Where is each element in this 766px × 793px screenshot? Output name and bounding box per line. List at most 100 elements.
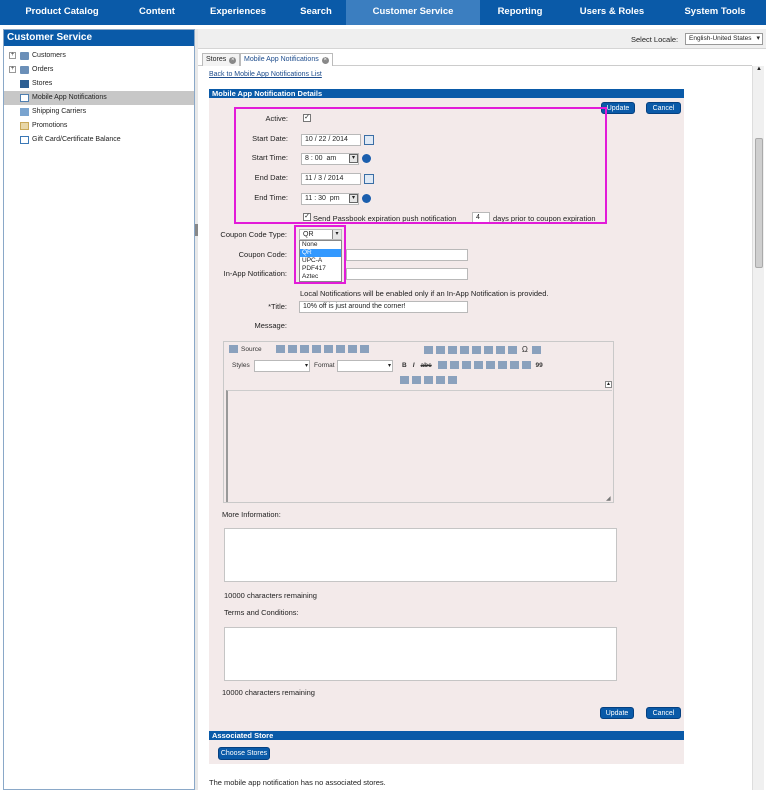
unlink-icon[interactable] bbox=[412, 376, 421, 385]
scroll-thumb[interactable] bbox=[755, 138, 763, 268]
nav-experiences[interactable]: Experiences bbox=[190, 0, 286, 25]
inapp-label: In-App Notification: bbox=[223, 269, 287, 278]
toolbar-row-1 bbox=[276, 345, 396, 355]
format-select[interactable]: ▾ bbox=[337, 360, 393, 372]
folder-icon bbox=[20, 66, 29, 74]
sidebar-item-shipping-carriers[interactable]: Shipping Carriers bbox=[4, 105, 194, 119]
smiley-icon[interactable] bbox=[508, 346, 517, 355]
promotion-icon bbox=[20, 122, 29, 130]
nav-customer-service[interactable]: Customer Service bbox=[346, 0, 480, 25]
expand-icon[interactable]: + bbox=[9, 52, 16, 59]
title-label: *Title: bbox=[268, 302, 287, 311]
outdent-icon[interactable] bbox=[509, 361, 519, 370]
expand-icon[interactable]: + bbox=[9, 66, 16, 73]
indent-icon[interactable] bbox=[521, 361, 531, 370]
scroll-up-icon[interactable]: ▲ bbox=[755, 66, 763, 74]
sidebar-item-stores[interactable]: Stores bbox=[4, 77, 194, 91]
top-navigation: Product Catalog Content Experiences Sear… bbox=[0, 0, 766, 25]
tab-stores[interactable]: Stores × bbox=[202, 53, 241, 66]
coupon-code-input[interactable] bbox=[346, 249, 468, 261]
tab-mobile-app-notifications[interactable]: Mobile App Notifications × bbox=[240, 53, 333, 66]
chevron-down-icon: ▾ bbox=[304, 363, 308, 369]
sidebar-item-promotions[interactable]: Promotions bbox=[4, 119, 194, 133]
chars-remaining-more-info: 10000 characters remaining bbox=[224, 591, 317, 600]
sidebar-item-customers[interactable]: + Customers bbox=[4, 49, 194, 63]
section-title: Mobile App Notification Details bbox=[209, 89, 684, 98]
highlight-box-dates bbox=[234, 107, 607, 224]
select-all-icon[interactable] bbox=[448, 346, 457, 355]
nav-users-roles[interactable]: Users & Roles bbox=[560, 0, 664, 25]
tab-bar: Stores × Mobile App Notifications × bbox=[198, 51, 752, 66]
link-icon[interactable] bbox=[400, 376, 409, 385]
redo-icon[interactable] bbox=[360, 345, 369, 354]
locale-select[interactable]: English-United States ▾ bbox=[685, 33, 763, 45]
collapse-toolbar-icon[interactable]: ▲ bbox=[605, 381, 612, 388]
folder-icon bbox=[20, 52, 29, 60]
sidebar-item-label: Customers bbox=[32, 52, 66, 59]
more-info-textarea[interactable] bbox=[224, 528, 617, 582]
title-input[interactable]: 10% off is just around the corner! bbox=[299, 301, 468, 313]
special-char-icon[interactable]: Ω bbox=[522, 345, 528, 354]
paste-text-icon[interactable] bbox=[312, 345, 321, 354]
sidebar-item-label: Orders bbox=[32, 66, 54, 73]
update-button-bottom[interactable]: Update bbox=[600, 707, 634, 719]
close-icon[interactable]: × bbox=[321, 57, 329, 64]
sidebar-item-mobile-app-notifications[interactable]: Mobile App Notifications bbox=[4, 91, 194, 105]
cancel-button-bottom[interactable]: Cancel bbox=[646, 707, 681, 719]
truck-icon bbox=[20, 108, 29, 116]
message-editor-body[interactable] bbox=[226, 390, 612, 502]
source-button[interactable]: Source bbox=[229, 345, 262, 355]
copy-icon[interactable] bbox=[288, 345, 297, 354]
flash-icon[interactable] bbox=[436, 376, 445, 385]
bullet-list-icon[interactable] bbox=[497, 361, 507, 370]
styles-select[interactable]: ▾ bbox=[254, 360, 310, 372]
align-right-icon[interactable] bbox=[461, 361, 471, 370]
inapp-input[interactable] bbox=[346, 268, 468, 280]
nav-product-catalog[interactable]: Product Catalog bbox=[0, 0, 124, 25]
align-center-icon[interactable] bbox=[449, 361, 459, 370]
undo-icon[interactable] bbox=[348, 345, 357, 354]
anchor-icon[interactable] bbox=[424, 376, 433, 385]
spellcheck-icon[interactable] bbox=[336, 345, 345, 354]
strike-icon[interactable]: abc bbox=[421, 362, 432, 369]
justify-icon[interactable] bbox=[473, 361, 483, 370]
image-icon[interactable] bbox=[472, 346, 481, 355]
cancel-button[interactable]: Cancel bbox=[646, 102, 681, 114]
find-icon[interactable] bbox=[424, 346, 433, 355]
blockquote-icon[interactable]: 99 bbox=[536, 362, 543, 369]
sidebar-item-orders[interactable]: + Orders bbox=[4, 63, 194, 77]
cut-icon[interactable] bbox=[276, 345, 285, 354]
source-icon bbox=[229, 345, 238, 354]
nav-reporting[interactable]: Reporting bbox=[480, 0, 560, 25]
table-icon[interactable] bbox=[484, 346, 493, 355]
ordered-list-icon[interactable] bbox=[485, 361, 495, 370]
replace-icon[interactable] bbox=[436, 346, 445, 355]
toolbar-row-3 bbox=[400, 376, 460, 386]
nav-search[interactable]: Search bbox=[286, 0, 346, 25]
page-break-icon[interactable] bbox=[531, 346, 541, 355]
page-scrollbar[interactable]: ▲ bbox=[752, 66, 764, 790]
nav-system-tools[interactable]: System Tools bbox=[664, 0, 766, 25]
coupon-type-label: Coupon Code Type: bbox=[220, 230, 287, 239]
sidebar-item-gift-card-balance[interactable]: Gift Card/Certificate Balance bbox=[4, 133, 194, 147]
toolbar-row-2: B Iabc 99 bbox=[402, 361, 543, 371]
terms-textarea[interactable] bbox=[224, 627, 617, 681]
paste-word-icon[interactable] bbox=[324, 345, 333, 354]
choose-stores-button[interactable]: Choose Stores bbox=[218, 747, 270, 760]
bold-icon[interactable]: B bbox=[402, 362, 407, 369]
back-link[interactable]: Back to Mobile App Notifications List bbox=[209, 71, 322, 78]
close-icon[interactable]: × bbox=[229, 57, 237, 64]
remove-format-icon[interactable] bbox=[460, 346, 469, 355]
align-left-icon[interactable] bbox=[437, 361, 447, 370]
nav-content[interactable]: Content bbox=[124, 0, 190, 25]
resize-handle-icon[interactable]: ◢ bbox=[606, 495, 612, 502]
sidebar-splitter[interactable] bbox=[195, 29, 198, 790]
paste-icon[interactable] bbox=[300, 345, 309, 354]
associated-store-panel bbox=[209, 740, 684, 764]
horizontal-rule-icon[interactable] bbox=[496, 346, 505, 355]
italic-icon[interactable]: I bbox=[413, 362, 415, 369]
toolbar-row-1b: Ω bbox=[424, 345, 544, 355]
sidebar-item-label: Gift Card/Certificate Balance bbox=[32, 136, 121, 143]
locale-label: Select Locale: bbox=[631, 35, 679, 44]
help-icon[interactable] bbox=[448, 376, 457, 385]
